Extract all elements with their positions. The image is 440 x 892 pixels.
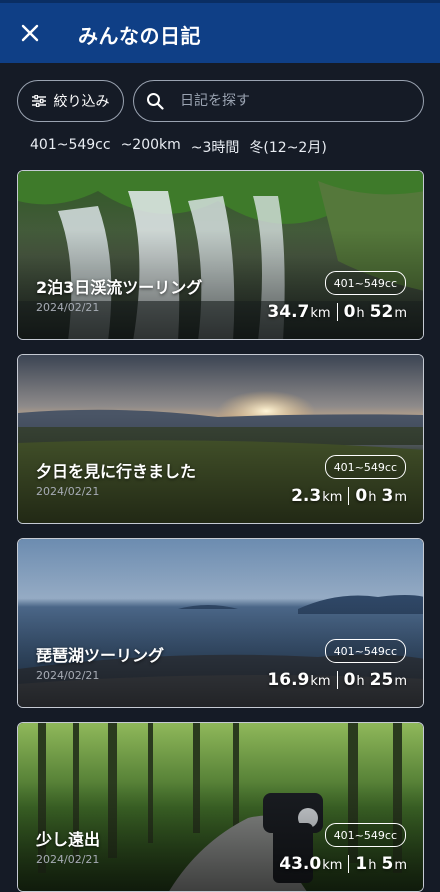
ride-stats: 34.7 km 0h 52 m	[267, 302, 407, 322]
card-title: 夕日を見に行きました	[36, 462, 197, 481]
minutes-unit: m	[394, 490, 407, 505]
hours-value: 0	[343, 302, 356, 322]
hours-unit: h	[368, 490, 377, 505]
ride-stats: 2.3 km 0h 3m	[291, 486, 407, 506]
minutes-unit: m	[394, 306, 407, 321]
filter-season: 冬(12~2月)	[249, 140, 327, 156]
sliders-icon	[31, 95, 46, 107]
minutes-value: 5	[381, 854, 394, 874]
distance-value: 34.7	[267, 302, 310, 322]
app-header: みんなの日記	[0, 0, 440, 63]
hours-unit: h	[368, 858, 377, 873]
hours-unit: h	[356, 306, 365, 321]
page-title: みんなの日記	[78, 24, 201, 48]
cc-badge: 401~549cc	[324, 455, 406, 479]
distance-value: 16.9	[267, 670, 310, 690]
distance-value: 43.0	[279, 854, 322, 874]
minutes-value: 52	[369, 302, 394, 322]
minutes-value: 3	[381, 486, 394, 506]
filter-duration: ~3時間	[190, 140, 240, 156]
card-date: 2024/02/21	[36, 485, 100, 498]
close-button[interactable]	[14, 17, 46, 49]
minutes-unit: m	[394, 674, 407, 689]
hours-value: 1	[355, 854, 368, 874]
cc-badge: 401~549cc	[324, 271, 406, 295]
stats-divider	[336, 303, 338, 321]
stats-divider	[348, 487, 350, 505]
card-title: 2泊3日渓流ツーリング	[36, 278, 203, 297]
distance-value: 2.3	[291, 486, 322, 506]
search-icon	[147, 93, 164, 110]
diary-card[interactable]: 夕日を見に行きました 2024/02/21 401~549cc 2.3 km 0h…	[17, 354, 424, 524]
hours-unit: h	[356, 674, 365, 689]
filter-cc: 401~549cc	[30, 137, 111, 153]
filter-button[interactable]: 絞り込み	[17, 80, 124, 122]
distance-unit: km	[322, 490, 343, 505]
search-input[interactable]	[178, 92, 402, 110]
distance-unit: km	[322, 858, 343, 873]
diary-card[interactable]: 少し遠出 2024/02/21 401~549cc 43.0 km 1h 5m	[17, 722, 424, 892]
minutes-unit: m	[394, 858, 407, 873]
ride-stats: 43.0 km 1h 5m	[279, 854, 407, 874]
ride-stats: 16.9 km 0h 25 m	[267, 670, 407, 690]
cc-badge: 401~549cc	[324, 823, 406, 847]
distance-unit: km	[310, 674, 331, 689]
active-filters: 401~549cc ~200km ~3時間 冬(12~2月)	[30, 137, 327, 157]
hours-value: 0	[343, 670, 356, 690]
diary-card[interactable]: 2泊3日渓流ツーリング 2024/02/21 401~549cc 34.7 km …	[17, 170, 424, 340]
diary-card[interactable]: 琵琶湖ツーリング 2024/02/21 401~549cc 16.9 km 0h …	[17, 538, 424, 708]
card-date: 2024/02/21	[36, 301, 100, 314]
stats-divider	[348, 855, 350, 873]
close-icon[interactable]	[20, 23, 40, 43]
hours-value: 0	[355, 486, 368, 506]
card-date: 2024/02/21	[36, 669, 100, 682]
card-title: 琵琶湖ツーリング	[36, 646, 165, 665]
filter-distance: ~200km	[120, 137, 181, 153]
stats-divider	[336, 671, 338, 689]
card-title: 少し遠出	[36, 830, 101, 849]
filter-button-label: 絞り込み	[53, 94, 110, 110]
search-box[interactable]	[133, 80, 424, 122]
minutes-value: 25	[369, 670, 394, 690]
cc-badge: 401~549cc	[324, 639, 406, 663]
card-date: 2024/02/21	[36, 853, 100, 866]
distance-unit: km	[310, 306, 331, 321]
